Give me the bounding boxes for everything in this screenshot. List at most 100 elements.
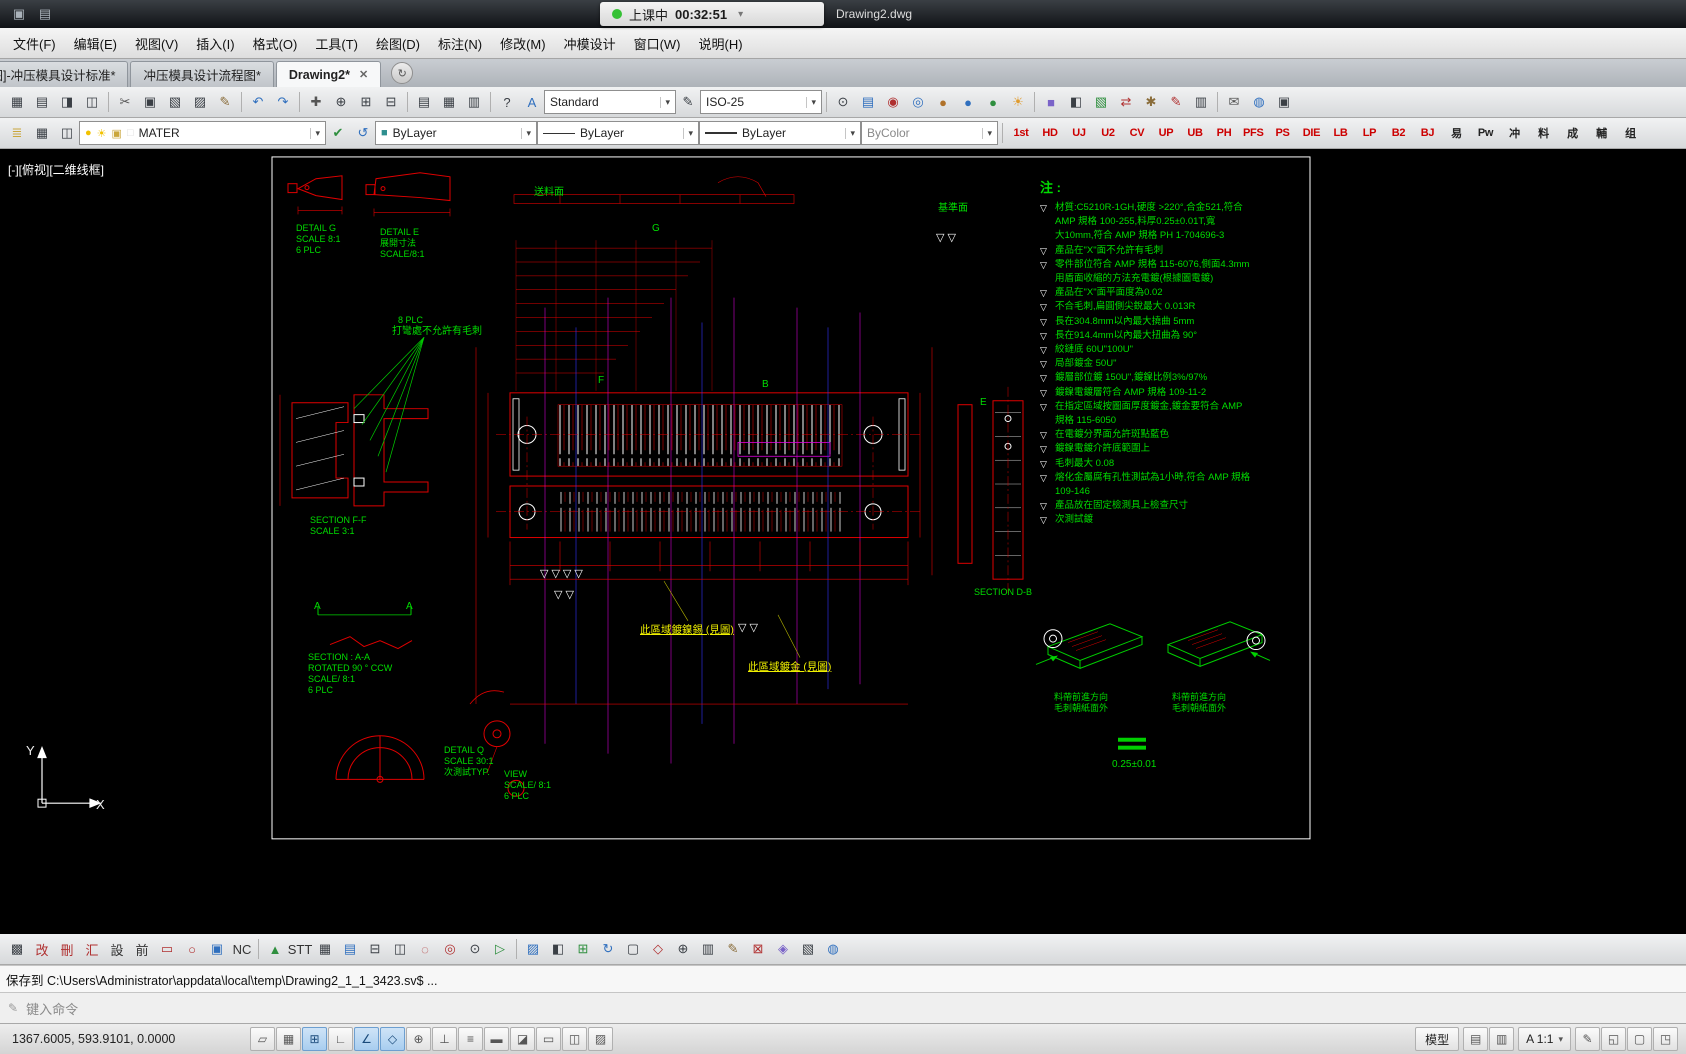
paste-icon[interactable]: ▨ [188,90,212,114]
menu-item[interactable]: 视图(V) [126,28,187,58]
make-current-layer-icon[interactable]: ✔ [326,121,350,145]
plot-icon[interactable]: ▤ [30,90,54,114]
tab-die-flowchart[interactable]: 冲压模具设计流程图* [130,61,274,87]
UJ[interactable]: UJ [1065,121,1093,145]
rows-tool-icon[interactable]: ▥ [696,937,720,961]
menu-item[interactable]: 插入(I) [187,28,243,58]
donut-tool-icon[interactable]: ◎ [438,937,462,961]
sheet-set-icon[interactable]: ▤ [856,90,880,114]
plotstyle-combo[interactable]: ByColor ▾ [861,121,998,145]
PS[interactable]: PS [1269,121,1297,145]
quick-properties-toggle[interactable]: ▭ [536,1027,561,1051]
hatch-tool-icon[interactable]: ▨ [521,937,545,961]
dim-style-combo[interactable]: ISO-25 ▾ [700,90,822,114]
undo-icon[interactable]: ↶ [246,90,270,114]
gradient-tool-icon[interactable]: ◧ [546,937,570,961]
render-sphere-icon[interactable]: ● [956,90,980,114]
chevron-down-icon[interactable]: ▾ [738,9,743,20]
copy-base-icon[interactable]: ▧ [163,90,187,114]
nc-button[interactable]: NC [230,937,254,961]
zoom-realtime-icon[interactable]: ⊕ [329,90,353,114]
transparency-toggle[interactable]: ◪ [510,1027,535,1051]
window-icon[interactable]: ▣ [8,3,30,25]
circle-tool-icon[interactable]: ○ [180,937,204,961]
menu-item[interactable]: 说明(H) [690,28,752,58]
冲[interactable]: 冲 [1501,121,1529,145]
delete-cn-button[interactable]: 刪 [55,937,79,961]
viewport-controls[interactable]: [-][俯视][二维线框] [8,161,104,178]
publish-icon[interactable]: ◫ [80,90,104,114]
menu-item[interactable]: 冲模设计 [555,28,625,58]
layer-on-icon[interactable]: ● [85,127,92,139]
linetype-combo[interactable]: ByLayer ▾ [537,121,699,145]
mail-icon[interactable]: ✉ [1222,90,1246,114]
menu-item[interactable]: 标注(N) [429,28,491,58]
extra-icon[interactable]: ▣ [1272,90,1296,114]
design-cn-button[interactable]: 設 [105,937,129,961]
layer-color-swatch[interactable]: □ [127,127,134,139]
print-small-icon[interactable]: ▤ [338,937,362,961]
cube-icon[interactable]: ■ [1039,90,1063,114]
lineweight-toggle[interactable]: ▬ [484,1027,509,1051]
ellipse-tool-icon[interactable]: ◌ [413,937,437,961]
match-properties-icon[interactable]: ✎ [213,90,237,114]
layer-isolate-icon[interactable]: ◫ [55,121,79,145]
menu-item[interactable]: 修改(M) [491,28,555,58]
split-box-icon[interactable]: ◫ [388,937,412,961]
料[interactable]: 料 [1530,121,1558,145]
易[interactable]: 易 [1443,121,1471,145]
close-box-icon[interactable]: ⊠ [746,937,770,961]
menu-item[interactable]: 格式(O) [244,28,307,58]
UP[interactable]: UP [1152,121,1180,145]
polar-toggle[interactable]: ∠ [354,1027,379,1051]
materials-sphere-icon[interactable]: ● [931,90,955,114]
play-tool-icon[interactable]: ▷ [488,937,512,961]
point-tool-icon[interactable]: ⊙ [463,937,487,961]
folder-icon[interactable]: ▤ [34,3,56,25]
lineweight-combo[interactable]: ByLayer ▾ [699,121,861,145]
成[interactable]: 成 [1559,121,1587,145]
redo-icon[interactable]: ↷ [271,90,295,114]
tool-palettes-icon[interactable]: ▥ [462,90,486,114]
輔[interactable]: 輔 [1588,121,1616,145]
green-sphere-icon[interactable]: ● [981,90,1005,114]
layer-previous-icon[interactable]: ↺ [351,121,375,145]
CV[interactable]: CV [1123,121,1151,145]
block-tool-icon[interactable]: ▣ [205,937,229,961]
menu-item[interactable]: 文件(F) [4,28,65,58]
layer-lock-icon[interactable]: ▣ [112,127,122,140]
layout2-icon[interactable]: ▥ [1489,1027,1515,1051]
layers-panel-icon[interactable]: ▧ [1089,90,1113,114]
web-icon[interactable]: ◍ [1247,90,1271,114]
collect-cn-button[interactable]: 汇 [80,937,104,961]
annotation-visibility-icon[interactable]: ✎ [1575,1027,1600,1051]
recording-timer[interactable]: 上课中 00:32:51 ▾ [600,2,824,26]
command-input[interactable]: ✎ 键入命令 [0,992,1686,1023]
properties-icon[interactable]: ▤ [412,90,436,114]
otrack-toggle[interactable]: ⊕ [406,1027,431,1051]
gem-tool-icon[interactable]: ◈ [771,937,795,961]
B2[interactable]: B2 [1385,121,1413,145]
help-icon[interactable]: ? [495,90,519,114]
LP[interactable]: LP [1356,121,1384,145]
tab-die-standard[interactable]: [图]-冲压模具设计标准* [0,61,129,87]
layout-icon[interactable]: ▤ [1463,1027,1489,1051]
workspace-icon[interactable]: ◱ [1601,1027,1626,1051]
cut-icon[interactable]: ✂ [113,90,137,114]
layer-states-icon[interactable]: ▦ [30,121,54,145]
drawing-canvas[interactable]: [-][俯视][二维线框] DETAIL G SCALE 8:1 6 PLC DET… [0,149,1686,934]
osnap-toggle[interactable]: ◇ [380,1027,405,1051]
coordinates-readout[interactable]: 1367.6005, 593.9101, 0.0000 [12,1032,237,1046]
markup-icon[interactable]: ◉ [881,90,905,114]
zoom-previous-icon[interactable]: ⊟ [379,90,403,114]
pattern-tool-icon[interactable]: ▧ [796,937,820,961]
dim-style-brush-icon[interactable]: ✎ [676,90,700,114]
selection-cycling-toggle[interactable]: ◫ [562,1027,587,1051]
lock-ui-icon[interactable]: ◳ [1653,1027,1678,1051]
zoom-plus-icon[interactable]: ⊕ [671,937,695,961]
1st[interactable]: 1st [1007,121,1035,145]
modify-cn-button[interactable]: 改 [30,937,54,961]
annotation-scale-button[interactable]: A 1:1 ▾ [1518,1027,1571,1051]
box-tool-icon[interactable]: ▢ [621,937,645,961]
quickcalc-icon[interactable]: ⊙ [831,90,855,114]
